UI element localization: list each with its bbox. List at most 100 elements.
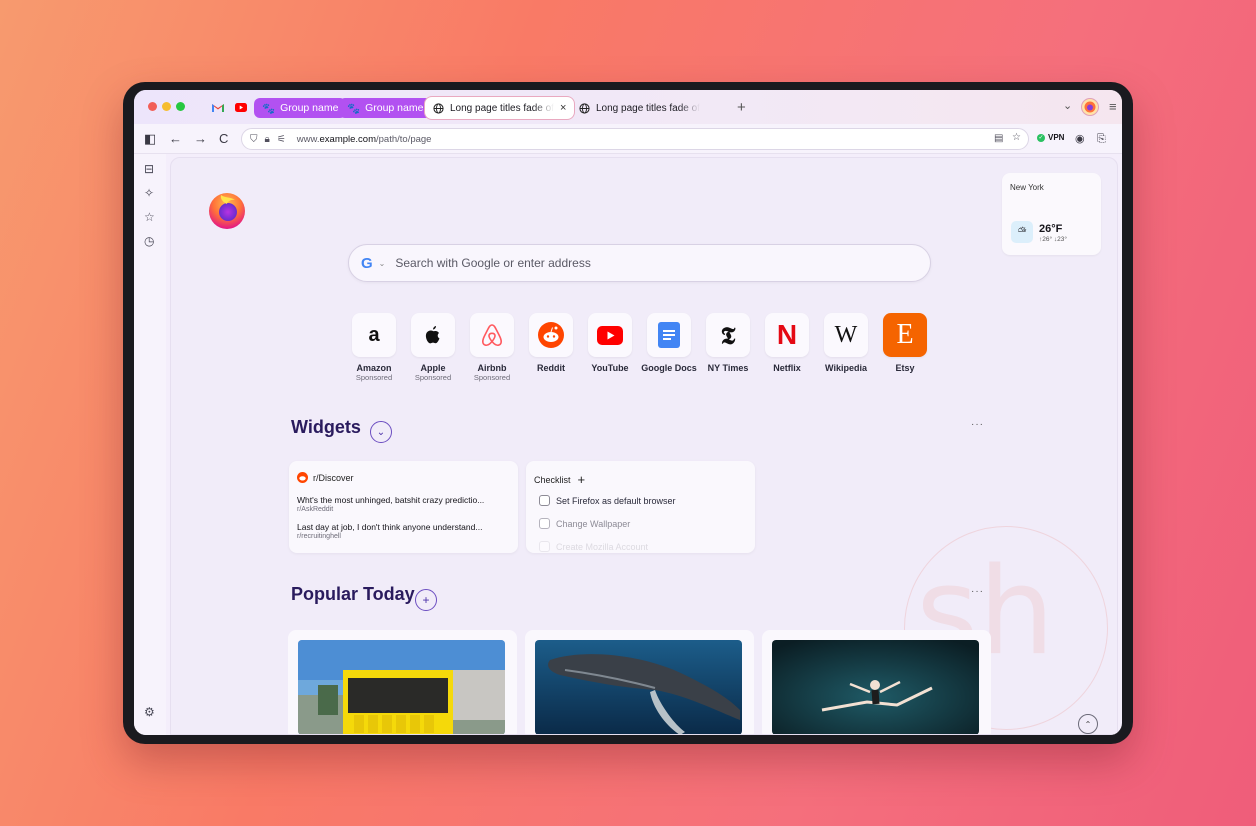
google-icon[interactable]: G (361, 255, 373, 272)
widgets-more-button[interactable]: ··· (971, 419, 984, 430)
reddit-icon (297, 472, 308, 483)
sidebar-history-icon[interactable]: ◷ (144, 234, 154, 248)
gmail-icon (212, 103, 224, 112)
new-tab-button[interactable]: + (737, 99, 746, 116)
shortcut-label: YouTube (591, 363, 629, 373)
back-icon[interactable]: ← (169, 131, 182, 147)
reddit-widget: r/Discover Wht's the most unhinged, bats… (289, 461, 518, 553)
url-text[interactable]: www.example.com/path/to/page (297, 134, 432, 145)
shortcut-google-docs[interactable]: Google Docs (640, 313, 698, 373)
story-image (535, 640, 742, 734)
browser-window: 🐾 Group name 🐾 Group name Long page titles… (134, 90, 1122, 735)
tab-group-2[interactable]: 🐾 Group name (339, 98, 432, 118)
maximize-window-button[interactable] (176, 102, 185, 111)
list-item[interactable]: Wht's the most unhinged, batshit crazy p… (297, 495, 512, 513)
shortcut-label: Reddit (537, 363, 565, 373)
collapse-widgets-button[interactable]: ⌄ (370, 421, 392, 443)
checklist-item-label: Set Firefox as default browser (556, 495, 676, 506)
shortcut-wikipedia[interactable]: W Wikipedia (817, 313, 875, 373)
scroll-to-top-button[interactable]: ⌃ (1078, 714, 1098, 734)
wikipedia-icon: W (824, 313, 868, 357)
checkbox[interactable] (539, 541, 550, 552)
globe-icon (579, 102, 590, 114)
weather-range: ↑26° ↓23° (1039, 236, 1067, 243)
search-input[interactable]: G ⌄ Search with Google or enter address (348, 244, 931, 282)
tab-active[interactable]: Long page titles fade off × (425, 97, 575, 119)
widgets-heading: Widgets (291, 417, 361, 437)
shortcut-airbnb[interactable]: Airbnb Sponsored (463, 313, 521, 382)
shortcut-nytimes[interactable]: 𝕿 NY Times (699, 313, 757, 373)
story-card[interactable] (762, 630, 991, 734)
minimize-window-button[interactable] (162, 102, 171, 111)
pinned-tab-gmail[interactable] (211, 99, 225, 115)
close-window-button[interactable] (148, 102, 157, 111)
story-image (298, 640, 505, 734)
pinned-tab-youtube[interactable] (234, 99, 248, 115)
account-icon[interactable]: ◉ (1075, 131, 1085, 147)
reload-icon[interactable]: C (219, 131, 228, 147)
story-card[interactable] (525, 630, 754, 734)
post-title[interactable]: Wht's the most unhinged, batshit crazy p… (297, 495, 512, 505)
youtube-icon (235, 102, 247, 112)
tab-title: Long page titles fade off (450, 102, 554, 114)
chevron-down-icon[interactable]: ⌄ (1063, 99, 1072, 112)
forward-icon[interactable]: → (194, 131, 207, 147)
checklist-widget: Checklist + Set Firefox as default brows… (526, 461, 755, 553)
sponsored-label: Sponsored (473, 373, 511, 382)
extensions-icon[interactable]: ⎘ (1097, 131, 1106, 147)
add-topic-button[interactable]: + (415, 589, 437, 611)
hamburger-menu-icon[interactable]: ≡ (1109, 99, 1117, 114)
account-avatar[interactable] (1081, 98, 1099, 116)
sidebar-toggle-icon[interactable]: ◧ (144, 131, 156, 147)
list-item[interactable]: Last day at job, I don't think anyone un… (297, 522, 512, 540)
url-bar[interactable]: ⛉ 🔒︎ ⚟ www.example.com/path/to/page ▤ ☆ (241, 128, 1029, 150)
bookmark-star-icon[interactable]: ☆ (1012, 132, 1021, 143)
tab-group-label: Group name (365, 102, 424, 114)
tab-group-1[interactable]: 🐾 Group name (254, 98, 347, 118)
story-card[interactable] (288, 630, 517, 734)
vpn-button[interactable]: ✓ VPN (1037, 133, 1064, 142)
close-tab-icon[interactable]: × (560, 102, 566, 114)
add-checklist-item-button[interactable]: + (578, 472, 586, 487)
weather-widget[interactable]: New York ⛅︎ 26°F ↑26° ↓23° (1002, 173, 1101, 255)
sidebar-ai-icon[interactable]: ✧ (144, 186, 154, 200)
device-frame: 🐾 Group name 🐾 Group name Long page titles… (123, 82, 1133, 744)
chevron-down-icon[interactable]: ⌄ (379, 259, 386, 268)
post-subreddit: r/recruitinghell (297, 533, 341, 540)
sidebar: ⊟ ✧ ☆ ◷ ⚙ (134, 154, 166, 735)
sidebar-bookmarks-icon[interactable]: ☆ (144, 210, 155, 224)
shortcut-etsy[interactable]: E Etsy (876, 313, 934, 373)
post-title[interactable]: Last day at job, I don't think anyone un… (297, 522, 512, 532)
checklist-item[interactable]: Create Mozilla Account (539, 541, 648, 552)
permissions-icon[interactable]: ⚟ (277, 134, 286, 145)
sidebar-settings-icon[interactable]: ⚙ (144, 705, 155, 719)
checkbox[interactable] (539, 518, 550, 529)
checklist-header: Checklist + (534, 472, 585, 487)
post-subreddit: r/AskReddit (297, 506, 334, 513)
tab-title: Long page titles fade off (596, 102, 700, 114)
paw-icon: 🐾 (347, 102, 361, 115)
checklist-item[interactable]: Set Firefox as default browser (539, 495, 676, 506)
checklist-item-label: Create Mozilla Account (556, 541, 649, 552)
vpn-label: VPN (1048, 133, 1065, 142)
tab-inactive[interactable]: Long page titles fade off (571, 97, 708, 119)
shortcut-label: Google Docs (641, 363, 697, 373)
popular-more-button[interactable]: ··· (971, 586, 984, 597)
paw-icon: 🐾 (262, 102, 276, 115)
shortcut-netflix[interactable]: N Netflix (758, 313, 816, 373)
partly-cloudy-icon: ⛅︎ (1011, 221, 1033, 243)
lock-icon[interactable]: 🔒︎ (265, 134, 270, 145)
shortcut-apple[interactable]: Apple Sponsored (404, 313, 462, 382)
shortcut-label: Airbnb (477, 363, 507, 373)
shield-icon[interactable]: ⛉ (250, 134, 258, 145)
checklist-item[interactable]: Change Wallpaper (539, 518, 630, 529)
sidebar-tabs-icon[interactable]: ⊟ (144, 162, 154, 176)
checklist-title: Checklist (534, 474, 571, 485)
shortcut-youtube[interactable]: YouTube (581, 313, 639, 373)
netflix-icon: N (765, 313, 809, 357)
shortcut-amazon[interactable]: a Amazon Sponsored (345, 313, 403, 382)
shortcut-reddit[interactable]: Reddit (522, 313, 580, 373)
chevron-up-icon: ⌃ (1084, 719, 1092, 729)
checkbox[interactable] (539, 495, 550, 506)
reader-view-icon[interactable]: ▤ (994, 133, 1003, 144)
